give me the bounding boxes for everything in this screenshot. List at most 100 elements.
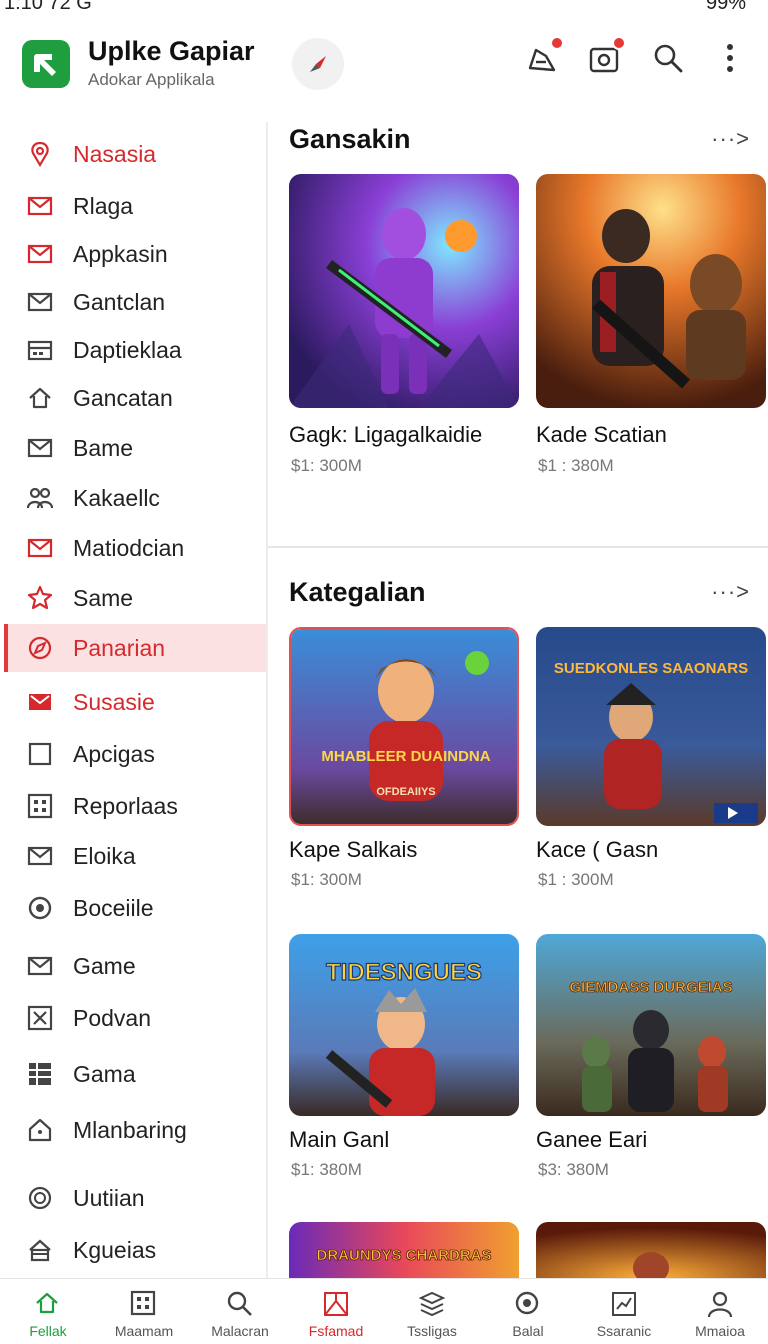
- lock-icon: [26, 1236, 54, 1264]
- calendar-icon: [26, 336, 54, 364]
- house-icon: [26, 1116, 54, 1144]
- game-thumbnail: TIDESNGUES: [289, 934, 519, 1116]
- game-thumbnail: [536, 1222, 766, 1278]
- app-title: Uplke Gapiar: [88, 36, 255, 66]
- mail-icon: [26, 434, 54, 462]
- sidebar-item[interactable]: Same: [4, 574, 266, 622]
- gift-icon: [321, 1289, 351, 1319]
- sidebar-item[interactable]: Bame: [4, 424, 266, 472]
- game-price: $1 : 300M: [538, 870, 614, 889]
- game-price: $1: 300M: [291, 870, 362, 889]
- sidebar-item-label: Susasie: [73, 689, 155, 715]
- bottom-nav-item[interactable]: Tssligas: [384, 1279, 480, 1344]
- game-price: $1: 380M: [291, 1160, 362, 1179]
- sidebar-item-label: Uutiian: [73, 1185, 145, 1211]
- sidebar-item[interactable]: Kgueias: [4, 1226, 266, 1274]
- search-icon: [654, 44, 683, 73]
- sidebar-item[interactable]: Gancatan: [4, 374, 266, 422]
- game-thumbnail: SUEDKONLES SAAONARS: [536, 627, 766, 826]
- home-icon: [33, 1289, 63, 1319]
- mail-icon: [26, 534, 54, 562]
- more-menu-button[interactable]: [712, 40, 748, 76]
- compass-icon: [26, 634, 54, 662]
- sidebar-item[interactable]: Uutiian: [4, 1174, 266, 1222]
- mail-icon: [26, 842, 54, 870]
- bottom-nav-item[interactable]: Ssaranic: [576, 1279, 672, 1344]
- bottom-nav-item[interactable]: Mmaioa: [672, 1279, 768, 1344]
- camera-badge: [612, 36, 626, 50]
- sidebar-item-label: Matiodcian: [73, 535, 185, 561]
- target-icon: [26, 894, 54, 922]
- game-price: $1: 300M: [291, 456, 362, 475]
- search-button[interactable]: [650, 40, 686, 76]
- app-subtitle: Adokar Applikala: [88, 70, 215, 89]
- sidebar-item[interactable]: Reporlaas: [4, 782, 266, 830]
- sidebar-item[interactable]: Apcigas: [4, 730, 266, 778]
- bottom-nav-item[interactable]: Malacran: [192, 1279, 288, 1344]
- sidebar-item-label: Reporlaas: [73, 793, 178, 819]
- art-title: TIDESNGUES: [326, 959, 482, 986]
- sidebar-item[interactable]: Boceiile: [4, 884, 266, 932]
- sidebar-item[interactable]: Gantclan: [4, 278, 266, 326]
- game-thumbnail: MHABLEER DUAINDNA OFDEAIIYS: [289, 627, 519, 826]
- game-name: Kace ( Gasn: [536, 837, 659, 862]
- sidebar-item[interactable]: Game: [4, 942, 266, 990]
- bell-button[interactable]: [524, 36, 564, 76]
- mail-check-icon: [26, 240, 54, 268]
- sidebar-item[interactable]: Appkasin: [4, 230, 266, 278]
- layers-icon: [417, 1289, 447, 1319]
- game-price: $3: 380M: [538, 1160, 609, 1179]
- sidebar-item[interactable]: Gama: [4, 1050, 266, 1098]
- target-icon: [513, 1289, 543, 1319]
- chart-icon: [609, 1289, 639, 1319]
- search-icon: [225, 1289, 255, 1319]
- sidebar-item-label: Game: [73, 953, 136, 979]
- status-time: 1:10 72 G: [4, 0, 92, 14]
- sidebar-item[interactable]: Matiodcian: [4, 524, 266, 572]
- sidebar-item-label: Rlaga: [73, 193, 134, 219]
- bottom-nav-label: Tssligas: [407, 1323, 457, 1339]
- bottom-nav-item[interactable]: Maamam: [96, 1279, 192, 1344]
- sidebar-item[interactable]: Daptieklaa: [4, 326, 266, 374]
- camera-button[interactable]: [586, 36, 626, 76]
- sidebar-item-label: Appkasin: [73, 241, 168, 267]
- bottom-navigation: Fellak Maamam Malacran Fsfamad Tssligas Balal…: [0, 1278, 768, 1344]
- sidebar-item[interactable]: Podvan: [4, 994, 266, 1042]
- section-title-gansakin: Gansakin: [289, 124, 411, 154]
- section-more-link[interactable]: ···>: [711, 126, 750, 152]
- sidebar-item[interactable]: Panarian: [4, 624, 266, 672]
- sidebar-item-label: Nasasia: [73, 141, 157, 167]
- art-title: MHABLEER DUAINDNA: [321, 748, 490, 765]
- sidebar-item[interactable]: Kakaellc: [4, 474, 266, 522]
- person-icon: [705, 1289, 735, 1319]
- sidebar-item[interactable]: Susasie: [4, 678, 266, 726]
- game-thumbnail: [536, 174, 766, 408]
- status-battery: 99%: [705, 0, 746, 14]
- app-logo-icon[interactable]: [22, 40, 70, 88]
- users-icon: [26, 484, 54, 512]
- sidebar-item-label: Boceiile: [73, 895, 154, 921]
- mail-icon: [26, 288, 54, 316]
- bottom-nav-label: Malacran: [211, 1323, 269, 1339]
- grid-icon: [26, 792, 54, 820]
- game-price: $1 : 380M: [538, 456, 614, 475]
- bottom-nav-label: Balal: [512, 1323, 544, 1339]
- compass-button[interactable]: [292, 38, 344, 90]
- art-subtitle: OFDEAIIYS: [376, 786, 435, 798]
- art-title: DRAUNDYS CHARDRAS: [316, 1247, 491, 1264]
- sidebar-item[interactable]: Eloika: [4, 832, 266, 880]
- sidebar-item[interactable]: Rlaga: [4, 182, 266, 230]
- sidebar-item[interactable]: Mlanbaring: [4, 1106, 266, 1154]
- bottom-nav-item[interactable]: Fsfamad: [288, 1279, 384, 1344]
- section-more-link[interactable]: ···>: [711, 579, 750, 605]
- bottom-nav-item[interactable]: Fellak: [0, 1279, 96, 1344]
- box-x-icon: [26, 1004, 54, 1032]
- game-name: Ganee Eari: [536, 1127, 648, 1152]
- game-name: Kade Scatian: [536, 422, 667, 447]
- sidebar-item-label: Daptieklaa: [73, 337, 182, 363]
- sidebar-item-label: Panarian: [73, 635, 166, 661]
- clock-icon: [26, 1184, 54, 1212]
- more-vert-icon: [727, 44, 733, 72]
- bottom-nav-item[interactable]: Balal: [480, 1279, 576, 1344]
- sidebar-item[interactable]: Nasasia: [4, 130, 266, 178]
